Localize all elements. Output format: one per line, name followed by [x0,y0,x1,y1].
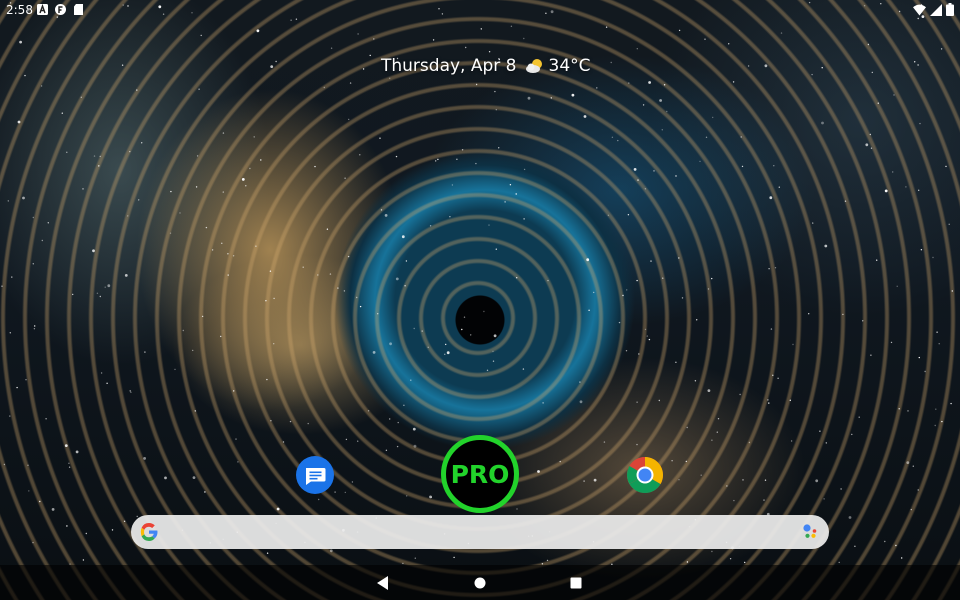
status-bar: 2:58 [0,0,960,20]
pro-app[interactable]: PRO [441,435,519,513]
sd-card-icon [74,4,83,15]
home-icon[interactable] [470,573,490,593]
messages-icon [306,468,326,485]
date-text[interactable]: Thursday, Apr 8 [381,56,517,76]
google-search-bar[interactable] [131,515,829,549]
status-icons-right [913,3,954,16]
partly-cloudy-icon[interactable] [525,58,545,74]
temperature-text[interactable]: 34°C [549,56,591,76]
chrome-icon [626,457,664,494]
date-weather-widget[interactable]: Thursday, Apr 8 34°C [381,53,591,79]
recents-icon[interactable] [566,573,586,593]
status-time: 2:58 [6,3,33,17]
pro-app-label: PRO [450,459,510,489]
google-g-icon[interactable] [139,522,159,542]
back-icon[interactable] [373,573,393,593]
app-a-notification-icon [37,4,48,15]
chrome-app[interactable] [626,456,664,494]
navigation-bar [0,565,960,600]
app-f-notification-icon [55,4,66,15]
signal-icon [930,3,942,16]
messages-app[interactable] [296,456,334,494]
battery-icon [946,3,954,16]
google-assistant-icon[interactable] [802,523,820,541]
wifi-icon [913,4,926,15]
